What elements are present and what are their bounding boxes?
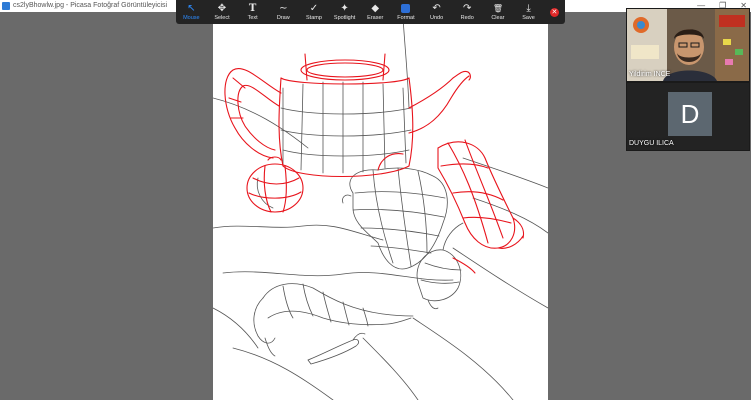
mouse-tool-button[interactable]: ↖ Mouse (176, 0, 207, 24)
close-icon: ✕ (549, 7, 559, 17)
move-arrows-icon: ✥ (217, 3, 227, 14)
tool-label: Eraser (367, 15, 384, 21)
text-tool-button[interactable]: T Text (237, 0, 268, 24)
tool-label: Redo (460, 15, 474, 21)
still-life-sketch (213, 18, 548, 400)
clear-tool-button[interactable]: 🗑 Clear (483, 0, 514, 24)
tool-label: Mouse (183, 15, 200, 21)
eraser-icon: ◆ (371, 3, 380, 14)
tool-label: Text (247, 15, 258, 21)
stamp-tool-button[interactable]: ✓ Stamp (299, 0, 330, 24)
tool-label: Undo (430, 15, 444, 21)
tool-label: Stamp (306, 15, 322, 21)
squiggle-icon: ∼ (279, 3, 288, 14)
avatar: D (668, 92, 712, 136)
participant-video-panel: Yildirim INCE D DUYGU ILICA (626, 8, 750, 151)
tool-label: Spotlight (333, 15, 356, 21)
cursor-arrow-icon: ↖ (187, 3, 196, 14)
sketch-image (213, 18, 548, 400)
tool-label: Draw (276, 15, 290, 21)
picasa-app-icon (2, 2, 10, 10)
participant-avatar-tile[interactable]: D DUYGU ILICA (627, 83, 749, 150)
download-icon: ⤓ (526, 3, 531, 14)
tool-label: Clear (491, 15, 505, 21)
window-title: cs2lyBhowlw.jpg - Picasa Fotoğraf Görünt… (13, 2, 168, 9)
spotlight-wand-icon: ✦ (340, 3, 349, 14)
redo-icon: ↷ (463, 3, 472, 14)
text-t-icon: T (248, 3, 257, 14)
format-tool-button[interactable]: Format (391, 0, 422, 24)
select-tool-button[interactable]: ✥ Select (207, 0, 238, 24)
participant-video-tile[interactable]: Yildirim INCE (627, 9, 749, 81)
close-annotation-button[interactable]: ✕ (544, 0, 565, 24)
tool-label: Select (214, 15, 230, 21)
trash-icon: 🗑 (492, 4, 503, 13)
redo-tool-button[interactable]: ↷ Redo (452, 0, 483, 24)
participant-name: Yildirim INCE (629, 71, 671, 78)
spotlight-tool-button[interactable]: ✦ Spotlight (329, 0, 360, 24)
participant-name: DUYGU ILICA (629, 140, 674, 147)
save-tool-button[interactable]: ⤓ Save (513, 0, 544, 24)
annotation-toolbar: ↖ Mouse ✥ Select T Text ∼ Draw ✓ Stamp ✦… (176, 0, 565, 24)
eraser-tool-button[interactable]: ◆ Eraser (360, 0, 391, 24)
tool-label: Format (397, 15, 415, 21)
undo-icon: ↶ (432, 3, 441, 14)
color-square-icon (400, 3, 412, 14)
draw-tool-button[interactable]: ∼ Draw (268, 0, 299, 24)
tool-label: Save (522, 15, 535, 21)
checkmark-icon: ✓ (309, 3, 319, 14)
undo-tool-button[interactable]: ↶ Undo (421, 0, 452, 24)
